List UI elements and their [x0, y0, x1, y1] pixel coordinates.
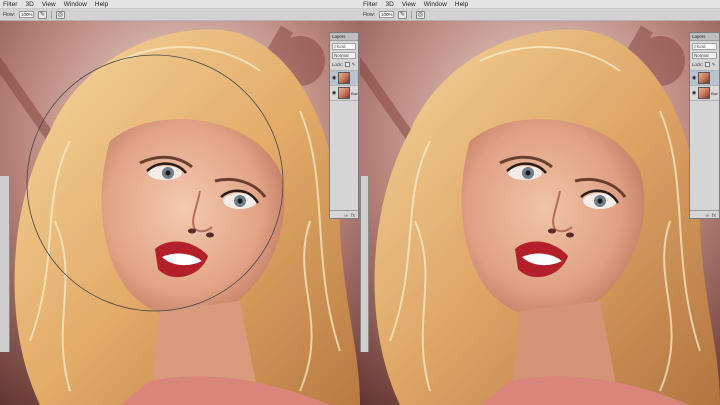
- layer-name: Bac: [711, 90, 718, 96]
- eye-icon[interactable]: ◉: [691, 75, 697, 81]
- brush-icon[interactable]: ✎: [712, 62, 716, 68]
- options-bar: Flow: 100% ✎ ◎: [0, 9, 360, 21]
- airbrush-icon[interactable]: ✎: [37, 10, 47, 19]
- menu-window[interactable]: Window: [64, 0, 87, 9]
- separator: [410, 10, 412, 19]
- lock-label: Lock:: [692, 62, 703, 67]
- menu-3d[interactable]: 3D: [385, 0, 393, 9]
- layer-row[interactable]: ◉ Bac: [690, 85, 719, 100]
- layer-row[interactable]: ◉ Bac: [330, 85, 358, 100]
- eye-icon[interactable]: ◉: [331, 75, 337, 81]
- menu-view[interactable]: View: [402, 0, 416, 9]
- link-icon[interactable]: ∞: [706, 213, 710, 219]
- menu-help[interactable]: Help: [95, 0, 108, 9]
- layers-tab[interactable]: Layers: [690, 33, 719, 41]
- lock-label: Lock:: [332, 62, 343, 67]
- brush-icon[interactable]: ✎: [352, 62, 356, 68]
- photoshop-window-after: Filter 3D View Window Help Flow: 100% ✎ …: [360, 0, 720, 405]
- layer-row[interactable]: ◉: [690, 70, 719, 85]
- kind-filter-label: Kind: [696, 44, 706, 49]
- kind-filter[interactable]: ⌕Kind: [692, 43, 717, 50]
- options-bar: Flow: 100% ✎ ◎: [360, 9, 720, 21]
- menu-3d[interactable]: 3D: [25, 0, 33, 9]
- menu-help[interactable]: Help: [455, 0, 468, 9]
- layer-thumbnail: [698, 87, 710, 99]
- portrait-photo: [360, 21, 720, 405]
- separator: [50, 10, 52, 19]
- layer-thumbnail: [338, 72, 350, 84]
- blend-mode-select[interactable]: Normal: [692, 52, 717, 59]
- layers-footer: ∞ fx: [690, 210, 719, 221]
- menu-window[interactable]: Window: [424, 0, 447, 9]
- fx-button[interactable]: fx: [712, 213, 716, 219]
- eye-icon[interactable]: ◉: [331, 90, 337, 96]
- layer-thumbnail: [338, 87, 350, 99]
- tools-panel-left[interactable]: [0, 176, 10, 352]
- layer-row[interactable]: ◉: [330, 70, 358, 85]
- flow-label: Flow:: [3, 11, 15, 18]
- pressure-icon[interactable]: ◎: [415, 10, 425, 19]
- blend-mode-select[interactable]: Normal: [332, 52, 356, 59]
- layers-panel-before: Layers ⌕Kind Normal Lock: ✎ ◉ ◉ Bac ∞ fx: [329, 32, 359, 219]
- lock-row: Lock: ✎: [332, 61, 356, 68]
- kind-filter-label: Kind: [336, 44, 346, 49]
- menubar: Filter 3D View Window Help: [360, 0, 720, 9]
- photoshop-window-before: Filter 3D View Window Help Flow: 100% ✎ …: [0, 0, 360, 405]
- menu-filter[interactable]: Filter: [3, 0, 17, 9]
- photo-canvas-before[interactable]: [0, 21, 360, 405]
- airbrush-icon[interactable]: ✎: [397, 10, 407, 19]
- layers-footer: ∞ fx: [330, 210, 358, 221]
- layers-panel-after: Layers ⌕Kind Normal Lock: ✎ ◉ ◉ Bac ∞ fx: [689, 32, 720, 219]
- flow-label: Flow:: [363, 11, 375, 18]
- menu-filter[interactable]: Filter: [363, 0, 377, 9]
- eye-icon[interactable]: ◉: [691, 90, 697, 96]
- layers-empty-area: [690, 100, 719, 210]
- menubar: Filter 3D View Window Help: [0, 0, 360, 9]
- layer-name: Bac: [351, 90, 358, 96]
- lock-row: Lock: ✎: [692, 61, 717, 68]
- menu-view[interactable]: View: [42, 0, 56, 9]
- comparison-stage: Filter 3D View Window Help Flow: 100% ✎ …: [0, 0, 720, 405]
- lock-icon[interactable]: [704, 62, 710, 67]
- flow-field[interactable]: 100%: [18, 11, 34, 18]
- tools-panel-right[interactable]: [360, 176, 369, 352]
- fx-button[interactable]: fx: [351, 213, 355, 219]
- pressure-icon[interactable]: ◎: [55, 10, 65, 19]
- layers-empty-area: [330, 100, 358, 210]
- photo-canvas-after[interactable]: [360, 21, 720, 405]
- link-icon[interactable]: ∞: [345, 213, 349, 219]
- layer-thumbnail: [698, 72, 710, 84]
- lock-icon[interactable]: [344, 62, 350, 67]
- portrait-photo: [0, 21, 360, 405]
- kind-filter[interactable]: ⌕Kind: [332, 43, 356, 50]
- layers-tab[interactable]: Layers: [330, 33, 358, 41]
- flow-field[interactable]: 100%: [378, 11, 394, 18]
